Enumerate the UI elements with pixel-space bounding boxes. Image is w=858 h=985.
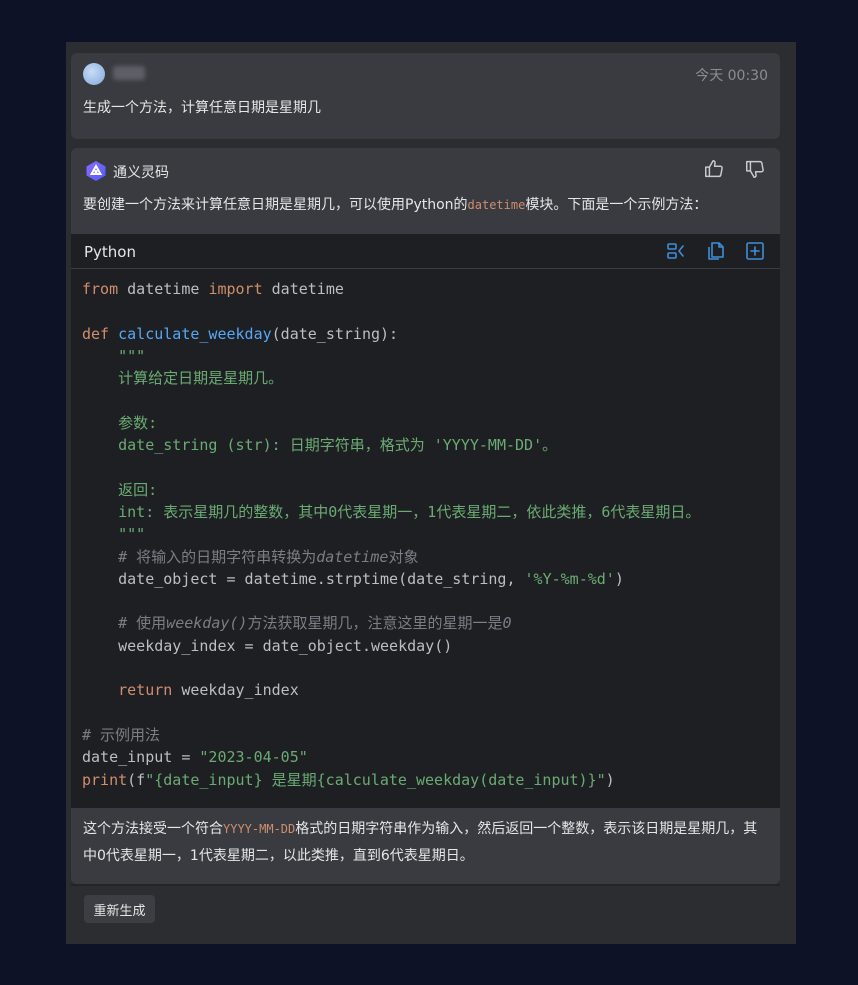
- code-token: 0: [502, 614, 512, 633]
- code-token: """: [118, 525, 146, 544]
- assistant-message-card: 通义灵码 要创建一个方法来计算任意日期是星期几，可以使用Python的datet…: [71, 148, 780, 884]
- code-token: date_input =: [82, 748, 200, 767]
- code-token: # 示例用法: [82, 725, 161, 744]
- code-token: import: [208, 280, 263, 298]
- code-token: return: [118, 681, 173, 700]
- code-token: def: [82, 324, 110, 343]
- assistant-intro-text: 要创建一个方法来计算任意日期是星期几，可以使用Python的datetime模块…: [83, 194, 707, 214]
- code-block-header: Python: [71, 234, 780, 269]
- code-block: Python from datetime import datetime def…: [71, 234, 780, 808]
- intro-prefix: 要创建一个方法来计算任意日期是星期几，可以使用Python的: [83, 197, 468, 213]
- code-token: print: [82, 770, 128, 789]
- message-timestamp: 今天 00:30: [695, 68, 768, 84]
- code-token: datetime: [118, 280, 209, 298]
- code-token: weekday_index = date_object.weekday(): [118, 636, 453, 655]
- code-language-label: Python: [84, 243, 136, 261]
- intro-inline-code: datetime: [467, 198, 526, 212]
- code-token: """: [118, 346, 146, 365]
- code-token: 参数:: [118, 413, 158, 432]
- insert-diff-icon[interactable]: [665, 240, 687, 262]
- code-token: 方法获取星期几，注意这里的星期一是: [247, 614, 503, 633]
- regenerate-button[interactable]: 重新生成: [84, 895, 155, 923]
- code-token: datetime: [316, 547, 389, 566]
- thumbs-up-icon[interactable]: [703, 158, 725, 180]
- code-token: 对象: [388, 547, 419, 566]
- code-token: 计算给定日期是星期几。: [118, 369, 284, 388]
- code-token: datetime: [262, 280, 344, 298]
- chat-panel: 今天 00:30 生成一个方法，计算任意日期是星期几 通义灵码 要创建一个方法来…: [66, 42, 796, 944]
- code-token: date_string (str): 日期字符串，格式为 'YYYY-MM-DD…: [118, 436, 558, 455]
- code-token: # 使用: [118, 614, 167, 633]
- thumbs-down-icon[interactable]: [744, 158, 766, 180]
- user-name: [113, 66, 145, 80]
- code-content: from datetime import datetime def calcul…: [82, 278, 700, 791]
- code-token: "2023-04-05": [199, 748, 308, 767]
- code-token: '%Y-%m-%d': [524, 569, 615, 588]
- code-token: 返回:: [118, 480, 158, 499]
- new-file-icon[interactable]: [744, 240, 766, 262]
- footer-divider: [71, 884, 780, 886]
- code-token: (f: [127, 770, 146, 789]
- code-token: (date_string):: [271, 324, 399, 343]
- copy-icon[interactable]: [705, 240, 727, 262]
- code-token: # 将输入的日期字符串转换为: [118, 547, 317, 566]
- code-token: calculate_weekday: [118, 324, 272, 343]
- outro-prefix: 这个方法接受一个符合: [83, 821, 223, 837]
- code-token: from: [82, 280, 119, 298]
- code-token: int: 表示星期几的整数，其中0代表星期一，1代表星期二，依此类推，6代表星期…: [118, 502, 701, 521]
- user-avatar: [83, 63, 105, 85]
- intro-suffix: 模块。下面是一个示例方法：: [525, 197, 708, 213]
- code-token: "{date_input} 是星期{calculate_weekday(date…: [145, 770, 606, 789]
- user-message-card: 今天 00:30 生成一个方法，计算任意日期是星期几: [71, 53, 780, 139]
- code-token: date_object = datetime.strptime(date_str…: [118, 569, 525, 588]
- tongyi-logo-icon: [86, 161, 106, 181]
- assistant-outro-text: 这个方法接受一个符合YYYY-MM-DD格式的日期字符串作为输入，然后返回一个整…: [83, 816, 763, 870]
- code-token: weekday_index: [172, 681, 299, 700]
- code-token: ): [614, 569, 624, 588]
- code-token: weekday(): [166, 614, 248, 633]
- user-message-text: 生成一个方法，计算任意日期是星期几: [83, 100, 321, 116]
- outro-inline-code: YYYY-MM-DD: [223, 822, 296, 836]
- assistant-name: 通义灵码: [113, 165, 169, 181]
- code-token: ): [605, 770, 615, 789]
